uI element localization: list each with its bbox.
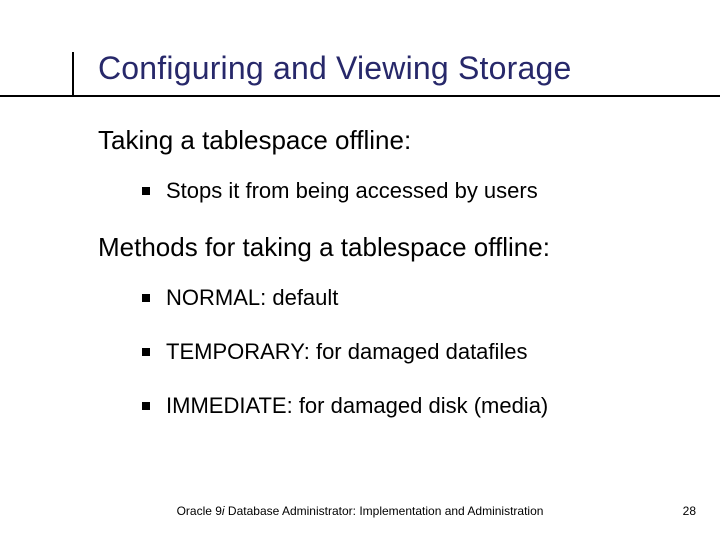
- list-item: Stops it from being accessed by users: [142, 178, 658, 204]
- section-heading: Methods for taking a tablespace offline:: [98, 232, 658, 263]
- list-item: TEMPORARY: for damaged datafiles: [142, 339, 658, 365]
- slide-title: Configuring and Viewing Storage: [98, 50, 571, 87]
- footer-suffix: Database Administrator: Implementation a…: [225, 504, 544, 518]
- square-bullet-icon: [142, 294, 150, 302]
- square-bullet-icon: [142, 187, 150, 195]
- bullet-text: NORMAL: default: [166, 285, 338, 311]
- footer-prefix: Oracle 9: [177, 504, 222, 518]
- square-bullet-icon: [142, 348, 150, 356]
- list-item: NORMAL: default: [142, 285, 658, 311]
- title-rule-horizontal: [0, 95, 720, 97]
- bullet-text: TEMPORARY: for damaged datafiles: [166, 339, 528, 365]
- list-item: IMMEDIATE: for damaged disk (media): [142, 393, 658, 419]
- title-rule-vertical: [72, 52, 74, 97]
- slide-body: Taking a tablespace offline: Stops it fr…: [98, 125, 658, 447]
- square-bullet-icon: [142, 402, 150, 410]
- page-number: 28: [683, 504, 696, 518]
- section-heading: Taking a tablespace offline:: [98, 125, 658, 156]
- bullet-text: Stops it from being accessed by users: [166, 178, 538, 204]
- bullet-text: IMMEDIATE: for damaged disk (media): [166, 393, 548, 419]
- footer-text: Oracle 9i Database Administrator: Implem…: [0, 504, 720, 518]
- slide: Configuring and Viewing Storage Taking a…: [0, 0, 720, 540]
